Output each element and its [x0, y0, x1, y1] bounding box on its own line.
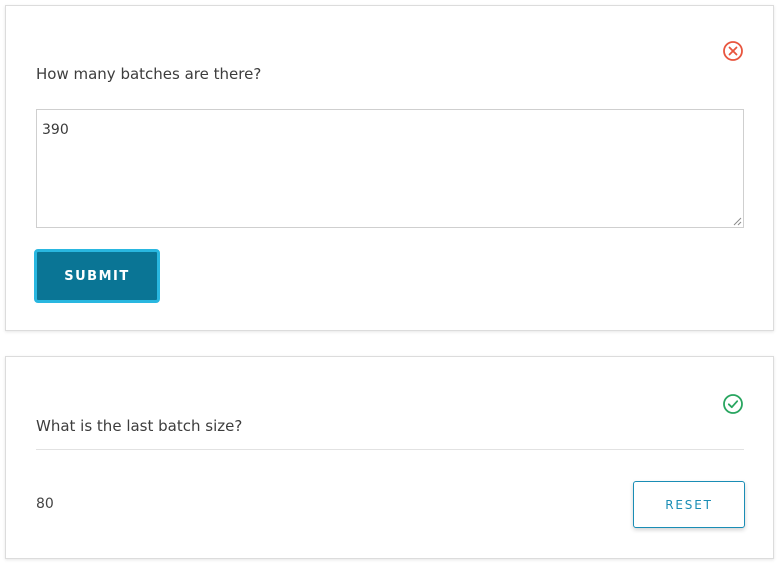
divider — [36, 449, 744, 450]
x-circle-icon — [723, 41, 743, 61]
question-card-last-batch: What is the last batch size? 80 RESET — [5, 356, 774, 559]
question-prompt: How many batches are there? — [36, 65, 262, 83]
answer-textarea[interactable]: 390 — [36, 109, 744, 228]
question-card-batches: How many batches are there? 390 SUBMIT — [5, 5, 774, 331]
answer-value: 390 — [42, 122, 69, 138]
submit-button[interactable]: SUBMIT — [34, 249, 160, 303]
reset-button[interactable]: RESET — [633, 481, 745, 528]
resize-grip-icon[interactable] — [733, 217, 742, 226]
submitted-answer: 80 — [36, 496, 54, 512]
question-prompt: What is the last batch size? — [36, 417, 243, 435]
check-circle-icon — [723, 394, 743, 414]
